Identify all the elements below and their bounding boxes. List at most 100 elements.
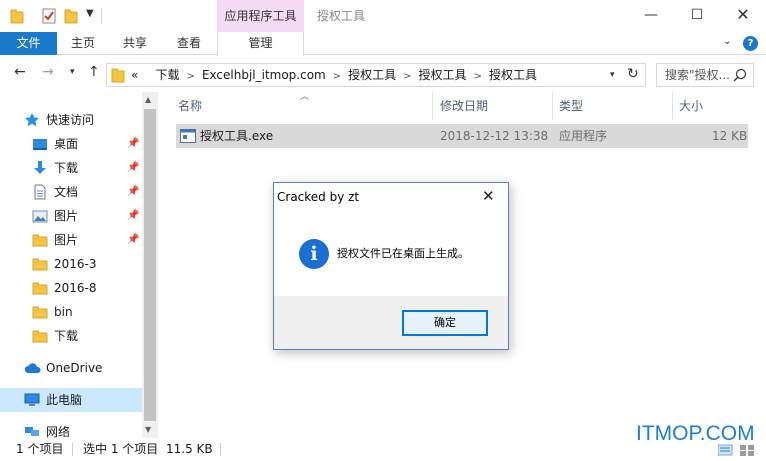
folder-icon [32, 280, 48, 299]
breadcrumb: « 下载 > Excelhbjl_itmop.com > 授权工具 > 授权工具 > 授权工具 [131, 64, 537, 88]
title-bar: ▼ 应用程序工具 授权工具 — ☐ ✕ [0, 0, 766, 32]
refresh-icon[interactable]: ↻ [627, 66, 639, 82]
folder-icon [111, 67, 125, 86]
search-input[interactable]: 搜索"授权... [665, 64, 730, 86]
nav-item-pictures[interactable]: 图片 📌 [0, 204, 142, 228]
pin-icon[interactable]: 📌 [127, 138, 139, 149]
pin-icon[interactable]: 📌 [127, 234, 139, 245]
tab-file[interactable]: 文件 [0, 32, 57, 55]
folder-icon [32, 232, 48, 251]
address-bar[interactable]: « 下载 > Excelhbjl_itmop.com > 授权工具 > 授权工具 > 授权工具 … [106, 63, 646, 87]
new-folder-icon[interactable] [64, 8, 78, 27]
nav-this-pc[interactable]: 此电脑 [0, 388, 142, 412]
chevron-right-icon[interactable]: > [403, 71, 411, 82]
context-tab-app-tools[interactable]: 应用程序工具 [217, 0, 304, 32]
file-name: 授权工具.exe [200, 129, 274, 143]
quick-access-dropdown-icon[interactable]: ▼ [86, 8, 94, 19]
nav-onedrive[interactable]: OneDrive [0, 356, 142, 380]
pin-icon[interactable]: 📌 [127, 210, 139, 221]
up-arrow-icon[interactable]: ↑ [88, 64, 100, 80]
window-title: 授权工具 [317, 9, 366, 23]
breadcrumb-item[interactable]: Excelhbjl_itmop.com [202, 68, 326, 82]
dialog-title: Cracked by zt [277, 190, 360, 204]
status-selected-size: 11.5 KB [166, 442, 213, 456]
chevron-right-icon[interactable]: > [333, 71, 341, 82]
breadcrumb-item[interactable]: 下载 [156, 68, 180, 82]
help-icon[interactable]: ? [743, 36, 758, 51]
nav-label: OneDrive [46, 361, 103, 375]
nav-item-bin[interactable]: bin [0, 300, 142, 324]
nav-label: 下载 [54, 329, 79, 343]
column-divider[interactable] [672, 92, 673, 120]
breadcrumb-item[interactable]: 授权工具 [419, 68, 467, 82]
message-dialog: Cracked by zt ✕ i 授权文件已在桌面上生成。 确定 [273, 182, 509, 350]
tab-manage[interactable]: 管理 [217, 32, 304, 56]
maximize-button[interactable]: ☐ [674, 0, 720, 32]
forward-arrow-icon[interactable]: → [42, 64, 54, 80]
folder-icon [32, 328, 48, 347]
back-arrow-icon[interactable]: ← [14, 64, 26, 80]
search-icon[interactable] [733, 68, 747, 85]
dialog-message: 授权文件已在桌面上生成。 [337, 247, 469, 260]
close-button[interactable]: ✕ [720, 0, 766, 32]
minimize-button[interactable]: — [628, 0, 674, 32]
scroll-down-icon[interactable]: ▼ [145, 425, 151, 434]
nav-item-pictures-folder[interactable]: 图片 📌 [0, 228, 142, 252]
breadcrumb-item[interactable]: 授权工具 [348, 68, 396, 82]
dialog-close-button[interactable]: ✕ [482, 187, 495, 205]
recent-locations-dropdown-icon[interactable]: ▾ [70, 67, 75, 77]
ok-button[interactable]: 确定 [402, 310, 488, 336]
cloud-icon [24, 360, 42, 379]
file-size: 12 KB [712, 129, 748, 143]
status-separator [72, 443, 73, 456]
picture-icon [32, 208, 48, 227]
column-header-date[interactable]: 修改日期 [440, 92, 488, 120]
chevron-right-icon[interactable]: > [187, 71, 195, 82]
nav-item-2016-3[interactable]: 2016-3 [0, 252, 142, 276]
table-row[interactable]: 授权工具.exe 2018-12-12 13:38 应用程序 12 KB [176, 124, 748, 148]
tab-view[interactable]: 查看 [167, 32, 211, 55]
nav-item-downloads-folder[interactable]: 下载 [0, 324, 142, 348]
tab-share[interactable]: 共享 [113, 32, 157, 55]
tab-home[interactable]: 主页 [61, 32, 105, 55]
computer-icon [24, 392, 40, 411]
pin-icon[interactable]: 📌 [127, 186, 139, 197]
pin-icon[interactable]: 📌 [127, 162, 139, 173]
folder-icon [32, 256, 48, 275]
column-header-type[interactable]: 类型 [559, 92, 583, 120]
status-selected-count: 选中 1 个项目 [83, 442, 159, 456]
chevron-down-icon[interactable]: ⌄ [723, 36, 731, 47]
search-box[interactable]: 搜索"授权... [656, 63, 754, 87]
nav-quick-access[interactable]: 快速访问 [0, 108, 142, 132]
properties-icon[interactable] [42, 8, 56, 27]
column-divider[interactable] [432, 92, 433, 120]
scroll-up-icon[interactable]: ▲ [145, 95, 151, 104]
address-dropdown-icon[interactable]: ▾ [610, 70, 615, 80]
nav-label: 此电脑 [46, 393, 83, 407]
column-divider[interactable] [552, 92, 553, 120]
nav-scrollbar[interactable]: ▲ ▼ [142, 92, 158, 438]
nav-label: 2016-8 [54, 281, 97, 295]
column-header-size[interactable]: 大小 [679, 92, 703, 120]
nav-item-2016-8[interactable]: 2016-8 [0, 276, 142, 300]
nav-item-documents[interactable]: 文档 📌 [0, 180, 142, 204]
navigation-row: ← → ▾ ↑ « 下载 > Excelhbjl_itmop.com > 授权工具 > 授权… [0, 56, 766, 92]
column-header-name[interactable]: 名称 [178, 92, 202, 120]
title-separator [101, 8, 102, 24]
nav-label: 下载 [54, 161, 79, 175]
desktop-icon [32, 136, 48, 155]
nav-item-desktop[interactable]: 桌面 📌 [0, 132, 142, 156]
breadcrumb-overflow[interactable]: « [131, 68, 138, 82]
ribbon-tabs: 文件 主页 共享 查看 管理 ⌄ ? [0, 32, 766, 56]
nav-label: 快速访问 [46, 113, 95, 127]
nav-label: 桌面 [54, 137, 79, 151]
nav-label: 文档 [54, 185, 79, 199]
nav-label: bin [54, 305, 73, 319]
details-view-icon[interactable] [717, 443, 758, 460]
breadcrumb-item[interactable]: 授权工具 [489, 68, 537, 82]
dialog-footer: 确定 [274, 296, 508, 349]
download-arrow-icon [32, 160, 48, 179]
chevron-right-icon[interactable]: > [474, 71, 482, 82]
scroll-thumb[interactable] [144, 109, 156, 421]
nav-item-downloads[interactable]: 下载 📌 [0, 156, 142, 180]
